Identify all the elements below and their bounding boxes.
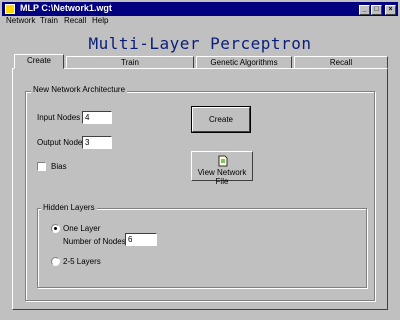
output-nodes-field[interactable] bbox=[82, 136, 112, 149]
two-to-five-layers-label: 2-5 Layers bbox=[63, 257, 101, 266]
app-icon bbox=[5, 4, 15, 14]
input-nodes-label: Input Nodes bbox=[37, 113, 81, 122]
bias-checkbox[interactable] bbox=[37, 162, 46, 171]
maximize-button[interactable]: □ bbox=[371, 5, 382, 15]
create-button[interactable]: Create bbox=[191, 106, 251, 133]
network-architecture-group-title: New Network Architecture bbox=[31, 85, 128, 94]
menu-train[interactable]: Train bbox=[40, 16, 58, 25]
close-button[interactable]: × bbox=[385, 5, 396, 15]
menu-recall[interactable]: Recall bbox=[64, 16, 86, 25]
tab-create[interactable]: Create bbox=[14, 54, 64, 69]
menu-network[interactable]: Network bbox=[6, 16, 35, 25]
hidden-layers-title: Hidden Layers bbox=[41, 203, 97, 212]
input-nodes-field[interactable] bbox=[82, 111, 112, 124]
bias-label: Bias bbox=[51, 162, 67, 171]
one-layer-radio[interactable] bbox=[51, 224, 60, 233]
title-bar[interactable]: MLP C:\Network1.wgt _ □ × bbox=[2, 2, 398, 16]
number-of-nodes-label: Number of Nodes: bbox=[63, 237, 128, 246]
minimize-button[interactable]: _ bbox=[359, 5, 370, 15]
page-title: Multi-Layer Perceptron bbox=[88, 34, 312, 53]
tab-panel-create: New Network Architecture Input Nodes Out… bbox=[12, 68, 388, 310]
menu-bar: Network Train Recall Help bbox=[2, 16, 398, 27]
document-view-icon bbox=[218, 155, 228, 167]
one-layer-label: One Layer bbox=[63, 224, 101, 233]
menu-help[interactable]: Help bbox=[92, 16, 108, 25]
output-nodes-label: Output Nodes bbox=[37, 138, 87, 147]
view-network-file-button[interactable]: View Network File bbox=[191, 151, 253, 186]
number-of-nodes-field[interactable] bbox=[125, 233, 157, 246]
window-title: MLP C:\Network1.wgt bbox=[20, 3, 112, 13]
hidden-layers-group bbox=[37, 208, 367, 288]
two-to-five-layers-radio[interactable] bbox=[51, 257, 60, 266]
